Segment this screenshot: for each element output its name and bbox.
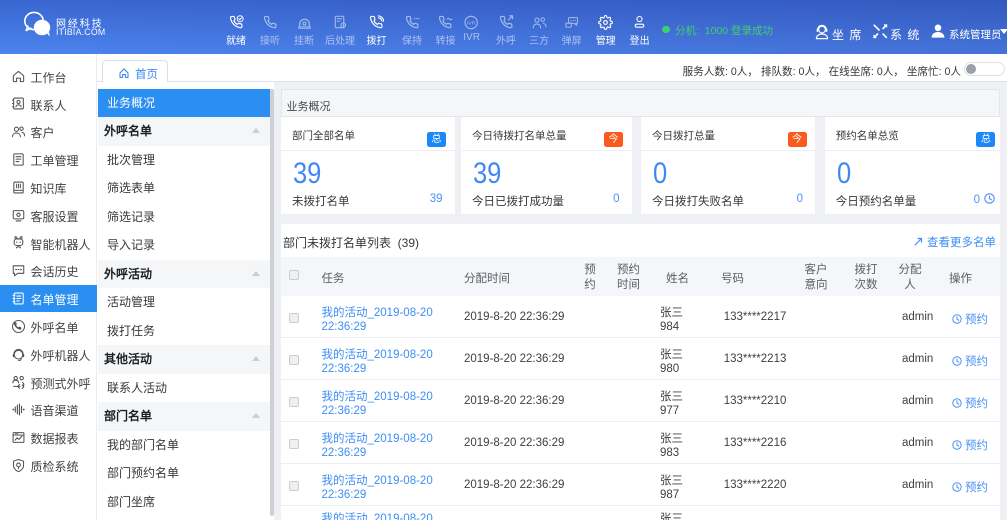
svg-text:IVR: IVR	[467, 21, 476, 27]
